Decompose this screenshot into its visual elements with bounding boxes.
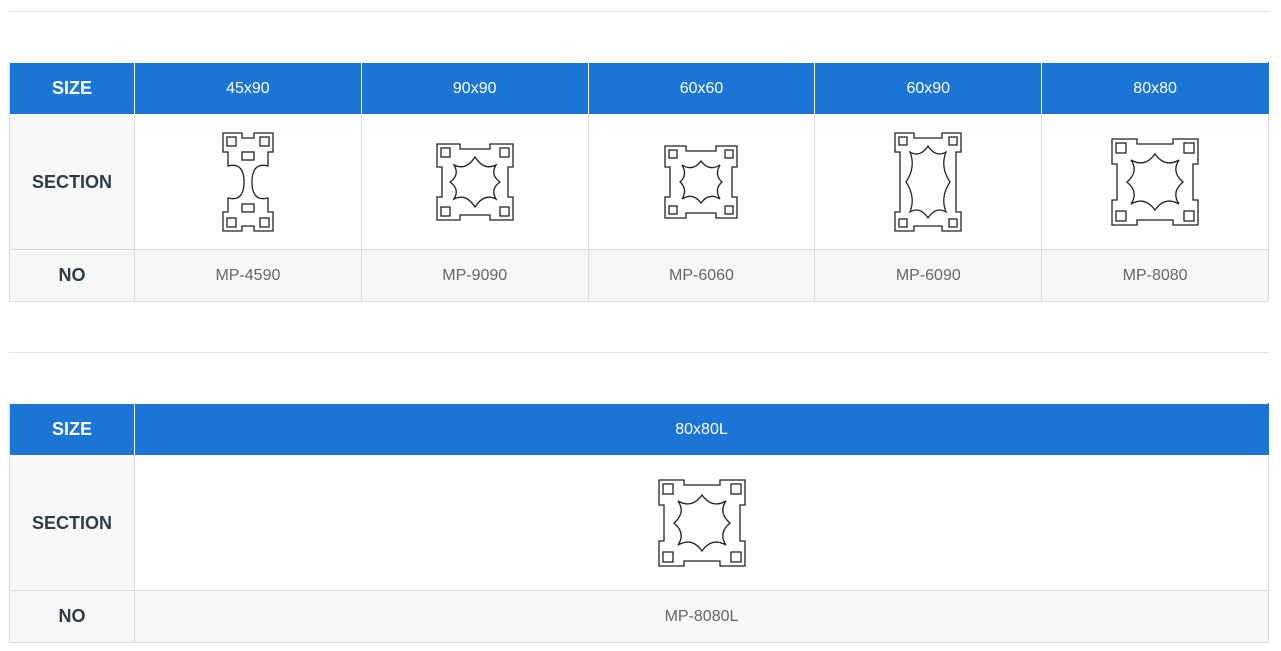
profile-section-icon [436, 143, 514, 221]
top-divider [9, 11, 1269, 12]
no-header: NO [9, 249, 135, 302]
size-cell: 80x80L [134, 403, 1269, 456]
no-cell: MP-8080 [1041, 249, 1269, 302]
section-header: SECTION [9, 114, 135, 250]
no-row: NO MP-4590 MP-9090 MP-6060 MP-6090 MP-80… [9, 249, 1269, 302]
size-row: SIZE 80x80L [9, 403, 1269, 456]
size-cell: 45x90 [134, 62, 362, 115]
no-header: NO [9, 590, 135, 643]
profile-section-icon [894, 132, 962, 232]
no-cell: MP-8080L [134, 590, 1269, 643]
size-cell: 90x90 [360, 62, 589, 115]
spec-table-2: SIZE 80x80L SECTION NO MP-8080L [9, 403, 1269, 643]
section-cell [1041, 114, 1269, 250]
section-cell [814, 114, 1043, 250]
section-cell [134, 114, 362, 250]
profile-section-icon [664, 145, 739, 219]
no-cell: MP-6060 [587, 249, 816, 302]
profile-section-icon [222, 132, 274, 232]
section-row: SECTION [9, 455, 1269, 591]
size-header: SIZE [9, 403, 135, 456]
section-header: SECTION [9, 455, 135, 591]
no-cell: MP-6090 [814, 249, 1043, 302]
section-cell [360, 114, 589, 250]
size-cell: 80x80 [1041, 62, 1269, 115]
section-cell [587, 114, 816, 250]
no-row: NO MP-8080L [9, 590, 1269, 643]
spec-table-1: SIZE 45x90 90x90 60x60 60x90 80x80 SECTI… [9, 62, 1269, 302]
size-row: SIZE 45x90 90x90 60x60 60x90 80x80 [9, 62, 1269, 115]
size-header: SIZE [9, 62, 135, 115]
profile-section-icon [657, 479, 746, 567]
no-cell: MP-4590 [134, 249, 362, 302]
no-cell: MP-9090 [360, 249, 589, 302]
size-cell: 60x90 [814, 62, 1043, 115]
section-cell [134, 455, 1269, 591]
section-row: SECTION [9, 114, 1269, 250]
size-cell: 60x60 [587, 62, 816, 115]
middle-divider [9, 352, 1269, 353]
profile-section-icon [1111, 138, 1199, 226]
